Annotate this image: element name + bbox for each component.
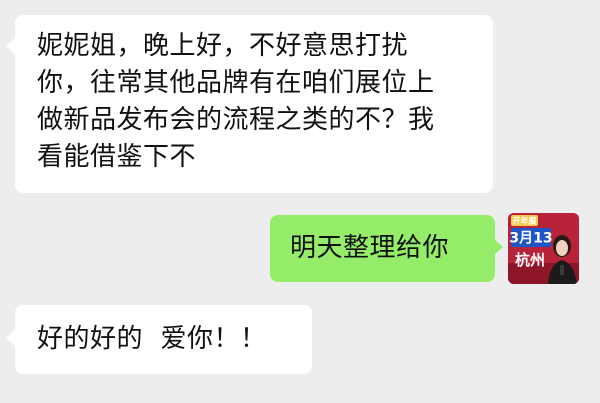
- bubble-tail: [6, 38, 15, 54]
- bubble-tail: [494, 239, 503, 255]
- avatar-image: 开年展 3月13 杭州: [508, 213, 579, 284]
- avatar-city-text: 杭州: [515, 251, 545, 269]
- avatar-badge-text: 开年展: [513, 216, 537, 226]
- avatar-date-text: 3月13: [509, 231, 552, 247]
- outgoing-message[interactable]: 明天整理给你: [270, 215, 495, 282]
- bubble-tail: [6, 330, 15, 346]
- incoming-message[interactable]: 妮妮姐，晚上好，不好意思打扰 你，往常其他品牌有在咱们展位上 做新品发布会的流程…: [15, 15, 493, 193]
- avatar[interactable]: 开年展 3月13 杭州: [508, 213, 579, 284]
- incoming-message[interactable]: 好的好的 爱你！！: [15, 305, 312, 374]
